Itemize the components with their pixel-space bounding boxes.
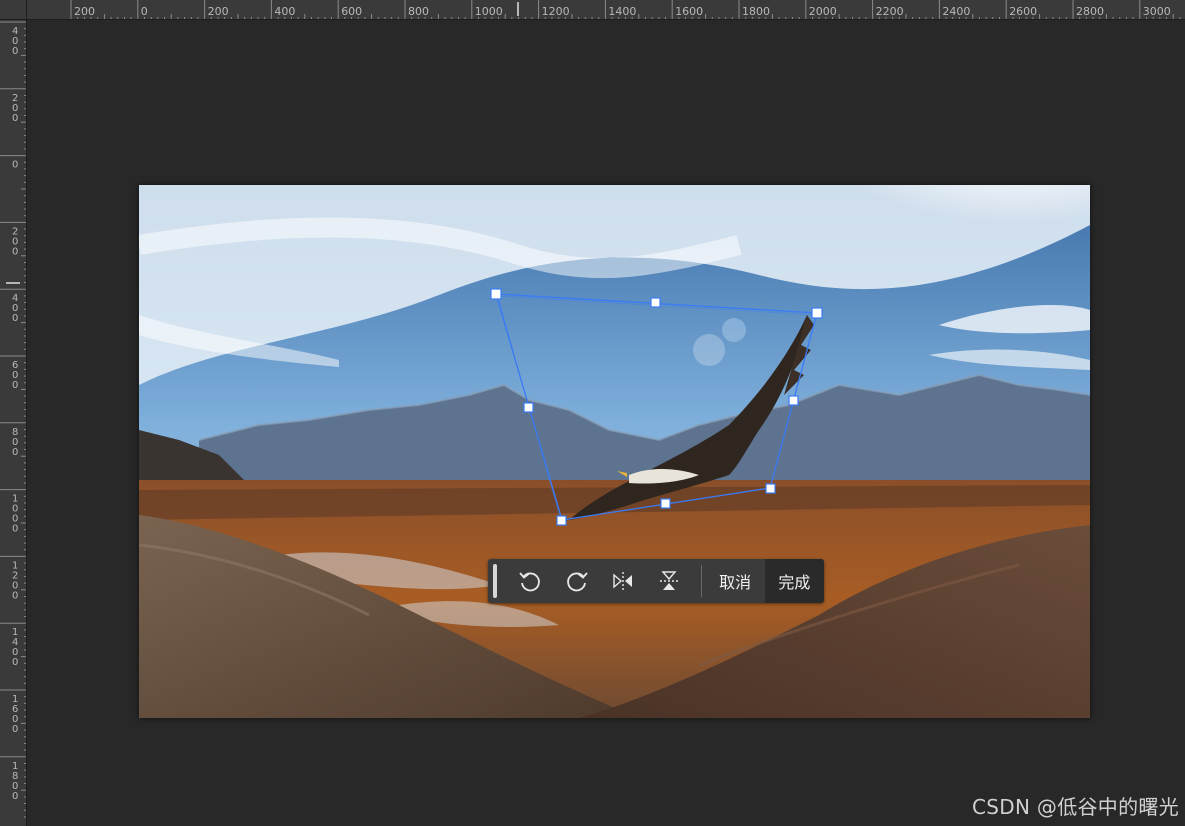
transform-handle-top-left[interactable] bbox=[490, 288, 502, 300]
ruler-label: 400 bbox=[274, 5, 295, 18]
transform-toolbar: 取消 完成 bbox=[488, 559, 825, 603]
vertical-ruler[interactable]: 400200020040060080010001200140016001800 bbox=[0, 20, 27, 826]
flip-vertical-button[interactable] bbox=[646, 559, 692, 603]
ruler-label: 3000 bbox=[1143, 5, 1171, 18]
ruler-label: 0 bbox=[12, 724, 18, 735]
ruler-corner bbox=[0, 0, 27, 20]
ruler-label: 2800 bbox=[1076, 5, 1104, 18]
horizontal-ruler[interactable]: 200 0 200 400 600 800 1000 1200 1400 1600 1800 2000… bbox=[27, 0, 1185, 20]
ruler-label: 0 bbox=[141, 5, 148, 18]
ruler-label: 200 bbox=[74, 5, 95, 18]
ruler-label: 2400 bbox=[942, 5, 970, 18]
landscape-image bbox=[139, 185, 1090, 718]
transform-handle-right[interactable] bbox=[788, 395, 799, 406]
transform-handle-bottom[interactable] bbox=[660, 498, 671, 509]
ruler-label: 0 bbox=[12, 447, 18, 458]
transform-handle-top[interactable] bbox=[650, 297, 661, 308]
flip-horizontal-button[interactable] bbox=[600, 559, 646, 603]
photo-canvas[interactable] bbox=[139, 185, 1090, 718]
transform-handle-bottom-left[interactable] bbox=[556, 515, 567, 526]
horizontal-ruler-scale: 200 0 200 400 600 800 1000 1200 1400 1600 1800 2000… bbox=[70, 0, 1181, 19]
transform-handle-bottom-right[interactable] bbox=[765, 483, 776, 494]
ruler-label: 0 bbox=[12, 524, 18, 535]
ruler-label: 0 bbox=[12, 590, 18, 601]
vertical-ruler-scale: 400200020040060080010001200140016001800 bbox=[0, 21, 26, 818]
ruler-label: 1600 bbox=[675, 5, 703, 18]
ruler-label: 1400 bbox=[608, 5, 636, 18]
done-button[interactable]: 完成 bbox=[764, 559, 825, 603]
rotate-counterclockwise-icon bbox=[519, 572, 540, 592]
rotate-right-button[interactable] bbox=[553, 559, 599, 603]
ruler-label: 200 bbox=[208, 5, 229, 18]
ruler-label: 0 bbox=[12, 657, 18, 668]
rotate-left-button[interactable] bbox=[507, 559, 553, 603]
ruler-label: 1000 bbox=[475, 5, 503, 18]
transform-handle-top-right[interactable] bbox=[811, 307, 823, 319]
toolbar-separator bbox=[700, 565, 702, 597]
cancel-button[interactable]: 取消 bbox=[706, 559, 765, 603]
ruler-label: 1800 bbox=[742, 5, 770, 18]
ruler-label: 2600 bbox=[1009, 5, 1037, 18]
ruler-label: 0 bbox=[12, 380, 18, 391]
ruler-label: 2000 bbox=[809, 5, 837, 18]
toolbar-drag-handle[interactable] bbox=[493, 564, 497, 598]
transform-handle-left[interactable] bbox=[523, 402, 534, 413]
flip-horizontal-icon bbox=[613, 572, 632, 590]
ruler-label: 2200 bbox=[876, 5, 904, 18]
ruler-label: 800 bbox=[408, 5, 429, 18]
ruler-label: 0 bbox=[12, 113, 18, 124]
ruler-label: 0 bbox=[12, 246, 18, 257]
ruler-label: 0 bbox=[12, 46, 18, 57]
ruler-label: 0 bbox=[12, 313, 18, 324]
ruler-label: 0 bbox=[12, 791, 18, 802]
flip-vertical-icon bbox=[660, 571, 679, 590]
rotate-clockwise-icon bbox=[566, 572, 588, 592]
watermark-text: CSDN @低谷中的曙光 bbox=[972, 795, 1179, 819]
ruler-label: 1200 bbox=[542, 5, 570, 18]
ruler-label: 0 bbox=[12, 160, 18, 171]
ruler-label: 600 bbox=[341, 5, 362, 18]
